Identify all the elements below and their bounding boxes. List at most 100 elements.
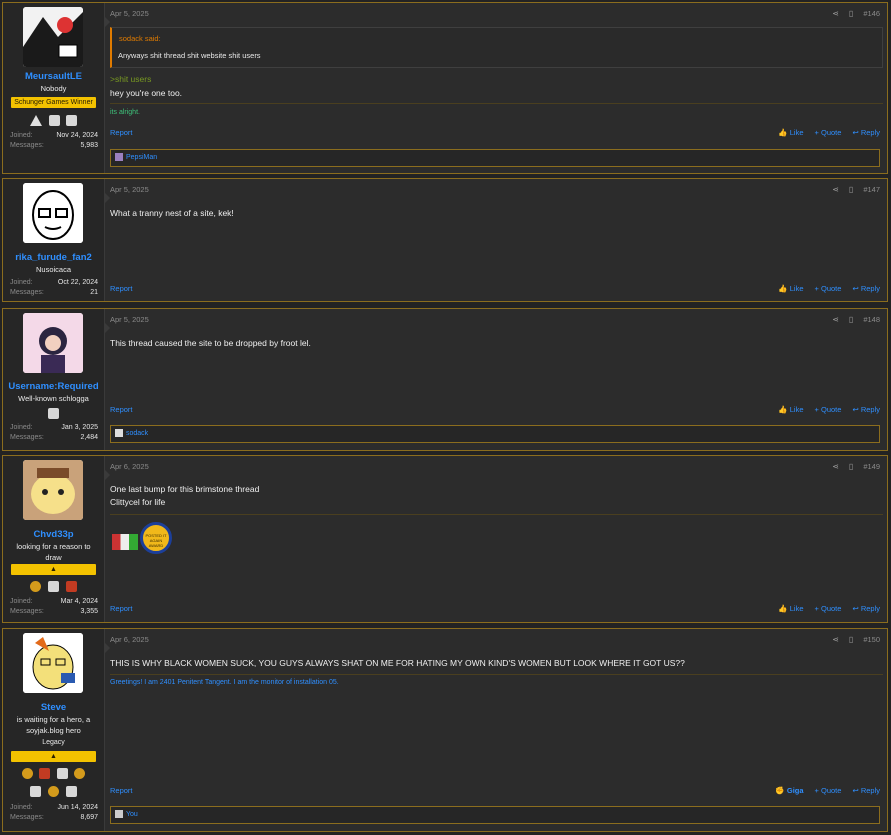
avatar[interactable]	[23, 183, 83, 243]
reply-button[interactable]: ↩ Reply	[852, 786, 880, 795]
post-number[interactable]: #150	[863, 635, 880, 644]
quote-button[interactable]: + Quote	[815, 786, 842, 795]
username[interactable]: Username:Required	[3, 381, 104, 392]
bookmark-icon[interactable]: ▯	[849, 635, 853, 644]
bookmark-icon[interactable]: ▯	[849, 462, 853, 471]
share-icon[interactable]: ⋖	[832, 315, 839, 324]
user-title: looking for a reason to draw	[16, 542, 91, 562]
like-button[interactable]: 👍 Like	[778, 405, 803, 414]
trophy-icon[interactable]	[48, 581, 59, 593]
triforce-icon[interactable]	[29, 115, 42, 127]
username[interactable]: Chvd33p	[3, 529, 104, 540]
trophy-icon[interactable]	[48, 115, 60, 127]
reaction-users[interactable]: You	[126, 811, 138, 818]
quote-button[interactable]: + Quote	[815, 604, 842, 613]
giga-button[interactable]: ✊ Giga	[775, 786, 803, 795]
report-link[interactable]: Report	[110, 128, 133, 137]
post-number[interactable]: #149	[863, 462, 880, 471]
like-button[interactable]: 👍 Like	[778, 284, 803, 293]
like-button[interactable]: 👍 Like	[778, 128, 803, 137]
post-date[interactable]: Apr 5, 2025	[110, 315, 149, 324]
post-content: Apr 6, 2025 ⋖ ▯ #150 THIS IS WHY BLACK WOM…	[110, 629, 883, 831]
user-stats: Joined: Nov 24, 2024 Messages: 5,983	[10, 131, 98, 151]
share-icon[interactable]: ⋖	[832, 462, 839, 471]
signature-images: POSTED IT AGAIN AWARD	[110, 520, 180, 560]
share-icon[interactable]: ⋖	[832, 635, 839, 644]
avatar[interactable]	[23, 313, 83, 373]
post-date[interactable]: Apr 6, 2025	[110, 462, 149, 471]
share-icon[interactable]: ⋖	[832, 9, 839, 18]
trophy-row	[3, 408, 104, 420]
trophy-icon[interactable]	[48, 408, 59, 420]
quote-label: Quote	[821, 405, 842, 414]
share-icon[interactable]: ⋖	[832, 185, 839, 194]
signature: its alright.	[110, 109, 140, 116]
report-link[interactable]: Report	[110, 786, 133, 795]
trophy-icon[interactable]	[66, 115, 78, 127]
dice-icon[interactable]	[65, 786, 77, 798]
trophy-icon[interactable]	[56, 768, 68, 780]
face-icon[interactable]	[74, 768, 86, 780]
messages-label: Messages:	[10, 434, 44, 441]
user-stats: Joined: Oct 22, 2024 Messages: 21	[10, 278, 98, 298]
report-link[interactable]: Report	[110, 604, 133, 613]
medal-icon[interactable]	[30, 581, 42, 593]
signature-divider	[110, 103, 883, 104]
post-number[interactable]: #147	[863, 185, 880, 194]
post-text: hey you're one too.	[110, 88, 183, 98]
post-number[interactable]: #148	[863, 315, 880, 324]
trophy-icon[interactable]	[30, 786, 42, 798]
post-meta: Apr 5, 2025 ⋖ ▯ #147	[110, 185, 883, 197]
quote-author[interactable]: sodack said:	[119, 34, 161, 43]
post-date[interactable]: Apr 6, 2025	[110, 635, 149, 644]
post-content: Apr 6, 2025 ⋖ ▯ #149 One last bump for thi…	[110, 456, 883, 622]
post-content: Apr 5, 2025 ⋖ ▯ #147 What a tranny nest of…	[110, 179, 883, 301]
quote-button[interactable]: + Quote	[815, 128, 842, 137]
messages-count: 2,484	[80, 434, 98, 441]
username[interactable]: MeursaultLE	[3, 71, 104, 82]
post-date[interactable]: Apr 5, 2025	[110, 9, 149, 18]
reply-button[interactable]: ↩ Reply	[852, 128, 880, 137]
trophy-row	[3, 768, 104, 780]
user-stats: Joined: Mar 4, 2024 Messages: 3,355	[10, 597, 98, 617]
medal-icon[interactable]	[21, 768, 33, 780]
party-icon[interactable]	[48, 786, 59, 798]
signature-divider	[110, 514, 883, 515]
reply-button[interactable]: ↩ Reply	[852, 284, 880, 293]
bookmark-icon[interactable]: ▯	[849, 315, 853, 324]
user-title: Nobody	[40, 84, 67, 93]
post-146: MeursaultLE Nobody Schunger Games Winner…	[2, 2, 888, 174]
post-149: Chvd33p looking for a reason to draw ▲ J…	[2, 455, 888, 623]
flag-sticker-icon	[112, 534, 138, 550]
quote-button[interactable]: + Quote	[815, 405, 842, 414]
report-link[interactable]: Report	[110, 405, 133, 414]
reactions-bar[interactable]: sodack	[110, 425, 880, 443]
reaction-users[interactable]: PepsiMan	[126, 154, 157, 161]
like-button[interactable]: 👍 Like	[778, 604, 803, 613]
hat-icon[interactable]	[39, 768, 51, 780]
popcorn-icon[interactable]	[65, 581, 77, 593]
post-date[interactable]: Apr 5, 2025	[110, 185, 149, 194]
avatar[interactable]	[23, 7, 83, 67]
post-text-line2: Clittycel for life	[110, 497, 166, 507]
joined-label: Joined:	[10, 424, 33, 431]
reactions-bar[interactable]: You	[110, 806, 880, 824]
username[interactable]: rika_furude_fan2	[3, 252, 104, 263]
post-meta: Apr 5, 2025 ⋖ ▯ #146	[110, 9, 883, 21]
reaction-icon	[115, 153, 123, 162]
like-label: Like	[789, 604, 804, 613]
bookmark-icon[interactable]: ▯	[849, 185, 853, 194]
avatar[interactable]	[23, 460, 83, 520]
avatar[interactable]	[23, 633, 83, 693]
reactions-bar[interactable]: PepsiMan	[110, 149, 880, 167]
reply-label: Reply	[860, 284, 880, 293]
reply-button[interactable]: ↩ Reply	[852, 405, 880, 414]
reply-button[interactable]: ↩ Reply	[852, 604, 880, 613]
like-label: Like	[789, 284, 804, 293]
post-number[interactable]: #146	[863, 9, 880, 18]
report-link[interactable]: Report	[110, 284, 133, 293]
username[interactable]: Steve	[3, 702, 104, 713]
bookmark-icon[interactable]: ▯	[849, 9, 853, 18]
reaction-users[interactable]: sodack	[126, 430, 148, 437]
quote-button[interactable]: + Quote	[815, 284, 842, 293]
